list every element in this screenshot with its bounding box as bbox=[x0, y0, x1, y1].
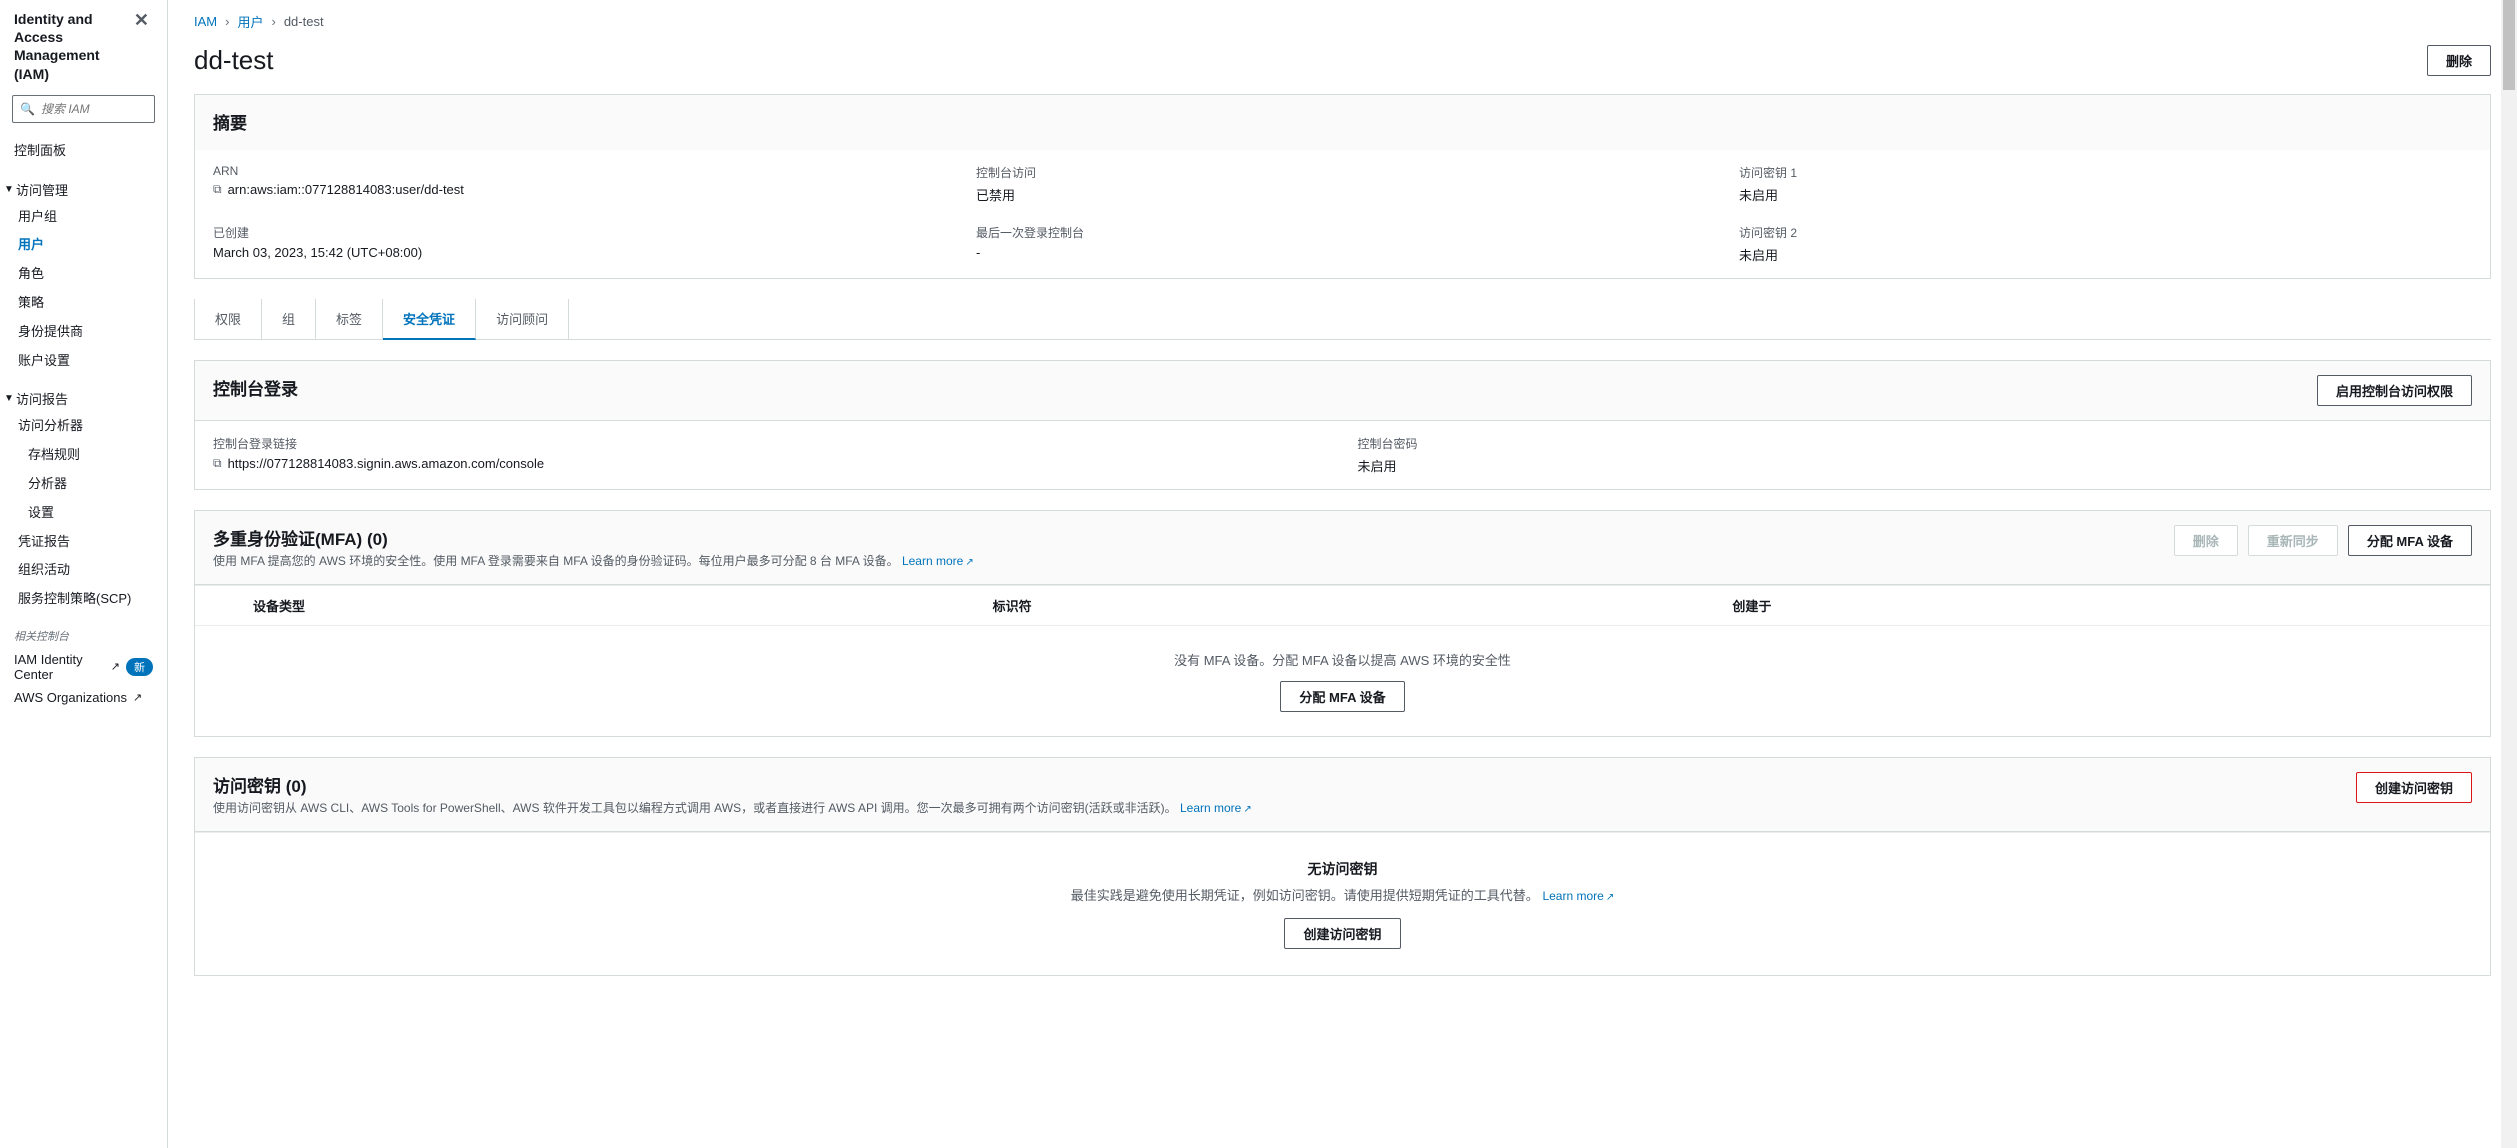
col-created: 创建于 bbox=[1732, 596, 2472, 615]
mfa-subtitle: 使用 MFA 提高您的 AWS 环境的安全性。使用 MFA 登录需要来自 MFA… bbox=[213, 552, 2162, 570]
created-value: March 03, 2023, 15:42 (UTC+08:00) bbox=[213, 245, 946, 260]
nav-group-reports[interactable]: ▼访问报告 bbox=[0, 385, 167, 412]
nav-roles[interactable]: 角色 bbox=[0, 260, 167, 289]
col-device-type: 设备类型 bbox=[253, 596, 993, 615]
breadcrumb: IAM › 用户 › dd-test bbox=[194, 12, 2491, 31]
nav-users[interactable]: 用户 bbox=[0, 231, 167, 260]
console-access-label: 控制台访问 bbox=[976, 164, 1709, 181]
access-key-1-label: 访问密钥 1 bbox=[1739, 164, 2472, 181]
mfa-panel: 多重身份验证(MFA) (0) 使用 MFA 提高您的 AWS 环境的安全性。使… bbox=[194, 510, 2491, 737]
sidebar-search: 🔍 bbox=[12, 95, 155, 123]
main-content: IAM › 用户 › dd-test dd-test 删除 摘要 ARN bbox=[168, 0, 2517, 1148]
breadcrumb-iam[interactable]: IAM bbox=[194, 14, 217, 29]
enable-console-access-button[interactable]: 启用控制台访问权限 bbox=[2317, 375, 2472, 406]
mfa-title: 多重身份验证(MFA) (0) bbox=[213, 525, 2162, 550]
nav-org-activity[interactable]: 组织活动 bbox=[0, 556, 167, 585]
sidebar: Identity and Access Management (IAM) ✕ 🔍… bbox=[0, 0, 168, 1148]
access-key-2-value: 未启用 bbox=[1739, 245, 2472, 264]
console-login-title: 控制台登录 bbox=[213, 375, 2305, 400]
access-keys-learn-more-link[interactable]: Learn more↗ bbox=[1180, 801, 1252, 815]
scrollbar-thumb[interactable] bbox=[2503, 0, 2515, 90]
last-login-value: - bbox=[976, 245, 1709, 260]
caret-down-icon: ▼ bbox=[4, 184, 14, 195]
page-title: dd-test bbox=[194, 45, 2427, 76]
link-aws-organizations[interactable]: AWS Organizations ↗ bbox=[0, 686, 167, 709]
nav-group-access[interactable]: ▼访问管理 bbox=[0, 176, 167, 203]
mfa-assign-empty-button[interactable]: 分配 MFA 设备 bbox=[1280, 681, 1404, 712]
mfa-delete-button: 删除 bbox=[2174, 525, 2238, 556]
scrollbar[interactable] bbox=[2501, 0, 2517, 1148]
related-consoles-label: 相关控制台 bbox=[0, 624, 167, 648]
nav-settings[interactable]: 设置 bbox=[0, 499, 167, 528]
external-link-icon: ↗ bbox=[111, 660, 120, 673]
nav-archive-rules[interactable]: 存档规则 bbox=[0, 441, 167, 470]
nav-policies[interactable]: 策略 bbox=[0, 289, 167, 318]
access-keys-empty-learn-more-link[interactable]: Learn more↗ bbox=[1542, 889, 1614, 903]
access-keys-title: 访问密钥 (0) bbox=[213, 772, 2344, 797]
col-identifier: 标识符 bbox=[993, 596, 1733, 615]
summary-title: 摘要 bbox=[213, 109, 2472, 134]
external-link-icon: ↗ bbox=[1606, 892, 1614, 903]
access-key-1-value: 未启用 bbox=[1739, 185, 2472, 204]
mfa-learn-more-link[interactable]: Learn more↗ bbox=[902, 554, 974, 568]
new-badge: 新 bbox=[126, 658, 153, 676]
mfa-resync-button: 重新同步 bbox=[2248, 525, 2338, 556]
sidebar-title: Identity and Access Management (IAM) bbox=[14, 10, 130, 83]
console-link-value: https://077128814083.signin.aws.amazon.c… bbox=[228, 456, 545, 471]
mfa-empty-text: 没有 MFA 设备。分配 MFA 设备以提高 AWS 环境的安全性 bbox=[213, 650, 2472, 669]
link-iam-identity-center[interactable]: IAM Identity Center ↗ 新 bbox=[0, 648, 167, 686]
nav-cred-report[interactable]: 凭证报告 bbox=[0, 528, 167, 557]
close-icon[interactable]: ✕ bbox=[130, 10, 153, 31]
arn-label: ARN bbox=[213, 164, 946, 178]
tab-permissions[interactable]: 权限 bbox=[194, 299, 262, 339]
tab-groups[interactable]: 组 bbox=[262, 299, 316, 339]
nav-account-settings[interactable]: 账户设置 bbox=[0, 347, 167, 376]
tab-access-advisor[interactable]: 访问顾问 bbox=[476, 299, 569, 339]
tab-security-credentials[interactable]: 安全凭证 bbox=[383, 299, 476, 340]
search-icon: 🔍 bbox=[20, 102, 35, 116]
console-password-label: 控制台密码 bbox=[1358, 435, 2473, 452]
nav-analyzer[interactable]: 分析器 bbox=[0, 470, 167, 499]
external-link-icon: ↗ bbox=[1243, 804, 1251, 815]
chevron-right-icon: › bbox=[225, 14, 229, 29]
mfa-assign-button[interactable]: 分配 MFA 设备 bbox=[2348, 525, 2472, 556]
access-keys-empty-text: 最佳实践是避免使用长期凭证，例如访问密钥。请使用提供短期凭证的工具代替。 Lea… bbox=[213, 885, 2472, 904]
access-key-2-label: 访问密钥 2 bbox=[1739, 224, 2472, 241]
console-link-label: 控制台登录链接 bbox=[213, 435, 1328, 452]
tab-tags[interactable]: 标签 bbox=[316, 299, 383, 339]
access-keys-panel: 访问密钥 (0) 使用访问密钥从 AWS CLI、AWS Tools for P… bbox=[194, 757, 2491, 976]
access-keys-subtitle: 使用访问密钥从 AWS CLI、AWS Tools for PowerShell… bbox=[213, 799, 2344, 817]
tabs: 权限 组 标签 安全凭证 访问顾问 bbox=[194, 299, 2491, 340]
console-access-value: 已禁用 bbox=[976, 185, 1709, 204]
create-access-key-empty-button[interactable]: 创建访问密钥 bbox=[1284, 918, 1400, 949]
caret-down-icon: ▼ bbox=[4, 393, 14, 404]
created-label: 已创建 bbox=[213, 224, 946, 241]
breadcrumb-users[interactable]: 用户 bbox=[237, 12, 263, 31]
copy-icon[interactable]: ⧉ bbox=[213, 456, 222, 471]
nav-scp[interactable]: 服务控制策略(SCP) bbox=[0, 585, 167, 614]
last-login-label: 最后一次登录控制台 bbox=[976, 224, 1709, 241]
nav-idp[interactable]: 身份提供商 bbox=[0, 318, 167, 347]
nav-access-analyzer[interactable]: 访问分析器 bbox=[0, 412, 167, 441]
delete-user-button[interactable]: 删除 bbox=[2427, 45, 2491, 76]
external-link-icon: ↗ bbox=[133, 691, 142, 704]
access-keys-empty-title: 无访问密钥 bbox=[213, 859, 2472, 879]
external-link-icon: ↗ bbox=[965, 557, 973, 568]
breadcrumb-current: dd-test bbox=[284, 14, 324, 29]
arn-value: arn:aws:iam::077128814083:user/dd-test bbox=[228, 182, 464, 197]
chevron-right-icon: › bbox=[271, 14, 275, 29]
nav-dashboard[interactable]: 控制面板 bbox=[0, 137, 167, 166]
summary-panel: 摘要 ARN ⧉ arn:aws:iam::077128814083:user/… bbox=[194, 94, 2491, 279]
mfa-table-header: 设备类型 标识符 创建于 bbox=[195, 585, 2490, 626]
console-login-panel: 控制台登录 启用控制台访问权限 控制台登录链接 ⧉ https://077128… bbox=[194, 360, 2491, 490]
create-access-key-button[interactable]: 创建访问密钥 bbox=[2356, 772, 2472, 803]
copy-icon[interactable]: ⧉ bbox=[213, 182, 222, 197]
console-password-value: 未启用 bbox=[1358, 456, 2473, 475]
nav-usergroups[interactable]: 用户组 bbox=[0, 203, 167, 232]
